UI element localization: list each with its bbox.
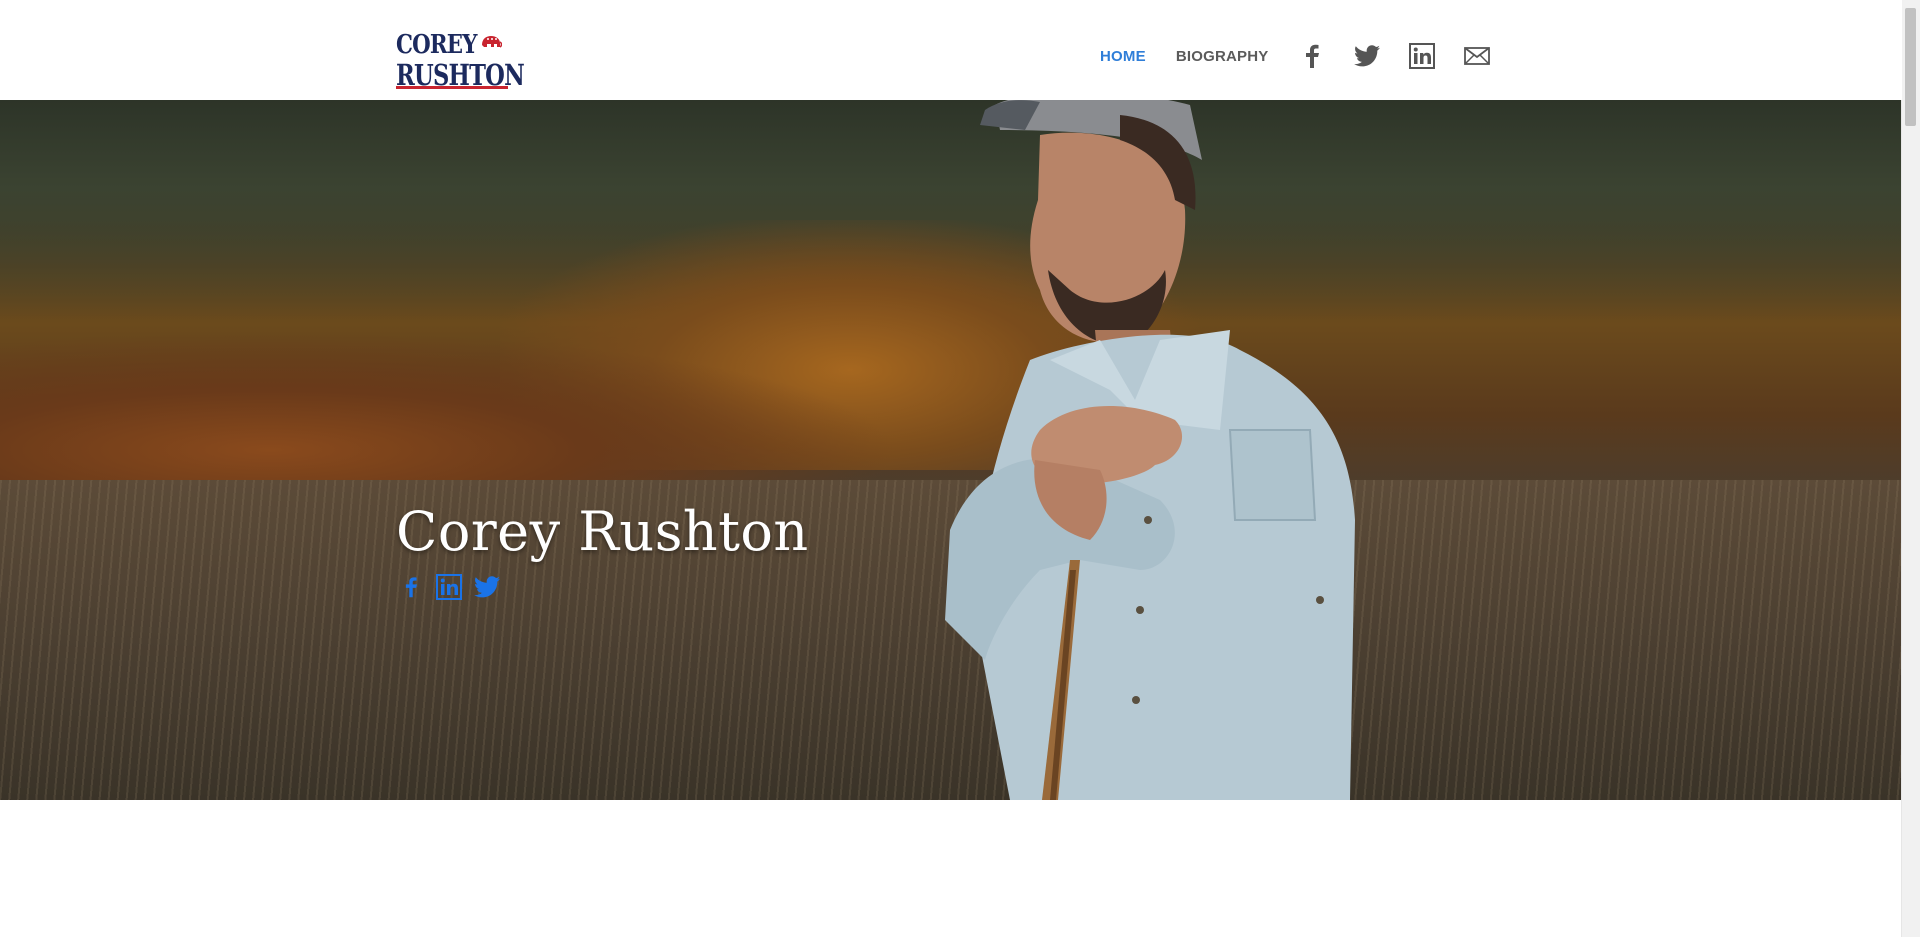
nav-biography-link[interactable]: BIOGRAPHY (1176, 48, 1269, 65)
facebook-icon[interactable] (1298, 42, 1326, 70)
hero-title: Corey Rushton (396, 500, 809, 563)
logo-line-1: COREY (396, 30, 477, 60)
elephant-icon (482, 36, 502, 48)
twitter-icon[interactable] (1353, 42, 1381, 70)
nav-home-link[interactable]: HOME (1100, 48, 1146, 65)
main-nav: HOME BIOGRAPHY (1100, 42, 1491, 70)
facebook-icon[interactable] (398, 574, 424, 600)
site-logo[interactable]: COREY RUSHTON (396, 30, 525, 90)
linkedin-icon[interactable] (436, 574, 462, 600)
hero-social-links (398, 574, 512, 600)
site-header: COREY RUSHTON HOME BIOGRAPHY (0, 0, 1902, 100)
linkedin-icon[interactable] (1408, 42, 1436, 70)
page: COREY RUSHTON HOME BIOGRAPHY Corey Rusht… (0, 0, 1920, 937)
email-icon[interactable] (1463, 42, 1491, 70)
hero-portrait-image (945, 100, 1355, 800)
scrollbar-thumb[interactable] (1905, 8, 1916, 126)
logo-underline (396, 86, 508, 89)
page-scrollbar[interactable] (1901, 0, 1920, 937)
twitter-icon[interactable] (474, 574, 500, 600)
hero-banner: Corey Rushton (0, 100, 1902, 800)
